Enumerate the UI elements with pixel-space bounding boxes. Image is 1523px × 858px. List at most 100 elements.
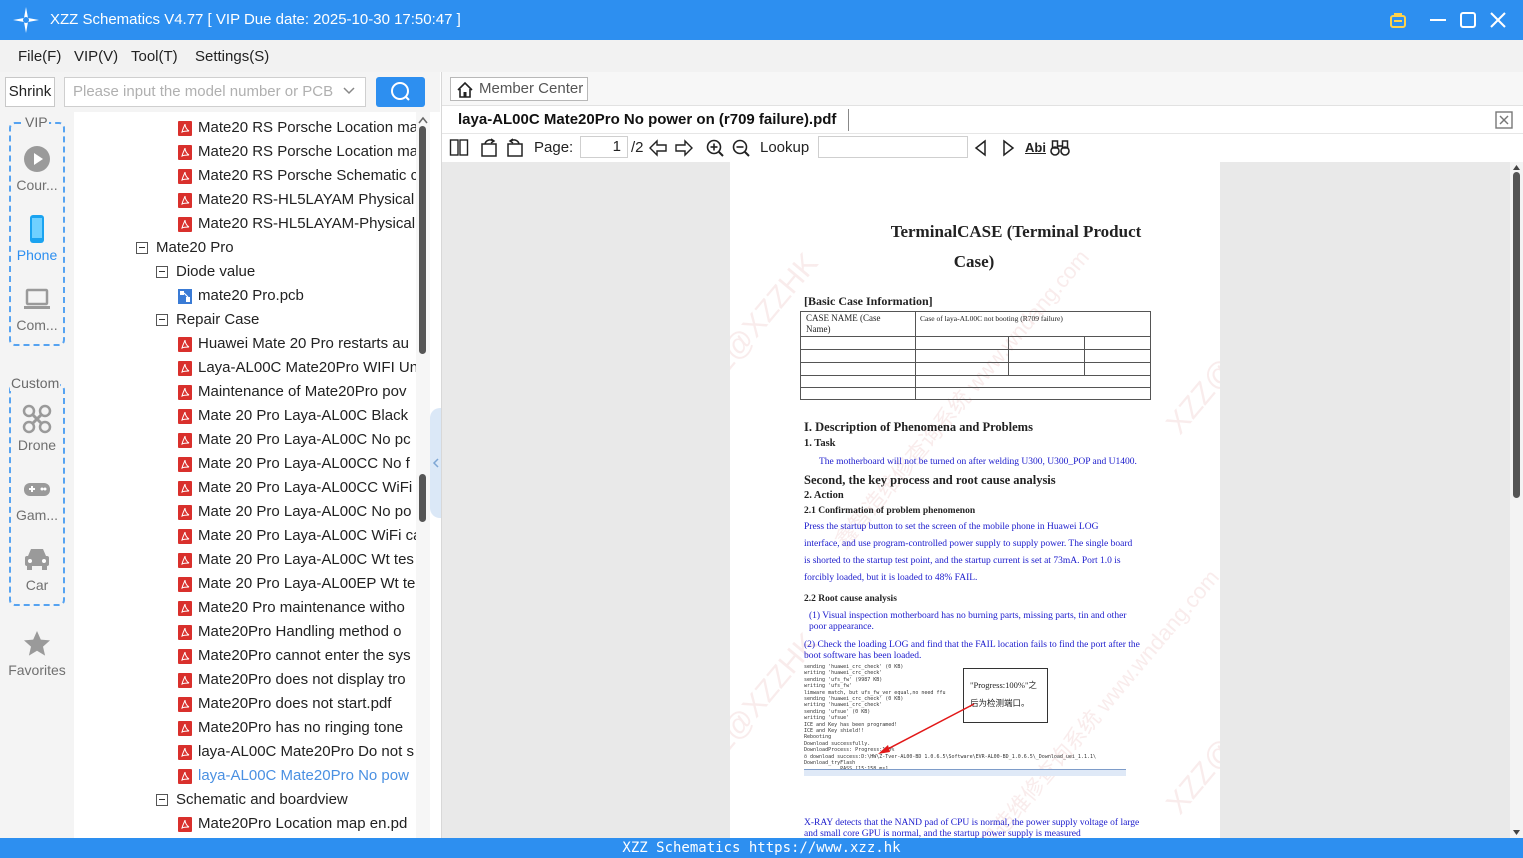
scroll-up-icon[interactable]	[418, 116, 428, 124]
log-line: sending 'huawei_crc_check' (0 KB)	[804, 664, 904, 670]
match-case-button[interactable]: Abi	[1025, 140, 1046, 155]
tree-file[interactable]: mate20 Pro.pcb	[178, 284, 416, 308]
tree-scroll-thumb-secondary[interactable]	[419, 474, 426, 522]
tree-file[interactable]: Laya-AL00C Mate20Pro WIFI Un	[178, 356, 416, 380]
nav-item-phone[interactable]: Phone	[0, 214, 74, 263]
rotate-right-icon[interactable]	[505, 138, 525, 158]
collapse-icon[interactable]	[156, 794, 168, 806]
page-number-input[interactable]: 1	[580, 136, 628, 158]
tree-folder[interactable]: Schematic and boardview	[156, 788, 416, 812]
tree-file[interactable]: Mate20Pro Handling method o	[178, 620, 416, 644]
tree-file[interactable]: Mate 20 Pro Laya-AL00EP Wt te	[178, 572, 416, 596]
nav-item-favorites[interactable]: Favorites	[0, 629, 74, 678]
scroll-down-icon[interactable]	[1512, 829, 1521, 836]
tree-file[interactable]: Mate 20 Pro Laya-AL00C Wt tes	[178, 548, 416, 572]
tree-file[interactable]: Mate20 RS-HL5LAYAM-Physical	[178, 212, 416, 236]
tree-file[interactable]: Mate20Pro does not display tro	[178, 668, 416, 692]
tree-file[interactable]: laya-AL00C Mate20Pro No pow	[178, 764, 416, 788]
pdf-file-icon	[178, 193, 192, 208]
tree-item-label: Mate20 Pro maintenance witho	[198, 599, 405, 616]
tree-file[interactable]: Mate 20 Pro Laya-AL00C Black	[178, 404, 416, 428]
nav-item-computer[interactable]: Com...	[0, 284, 74, 333]
pdf-paragraph: boot software has been loaded.	[804, 651, 922, 661]
menu-tool[interactable]: Tool(T)	[131, 48, 178, 65]
tree-file[interactable]: Mate20Pro cannot enter the sys	[178, 644, 416, 668]
close-icon[interactable]	[1486, 8, 1510, 32]
document-tab[interactable]: laya-AL00C Mate20Pro No power on (r709 f…	[458, 111, 836, 128]
scroll-up-icon[interactable]	[1512, 164, 1521, 171]
tree-file[interactable]: Mate20 Pro maintenance witho	[178, 596, 416, 620]
tree-item-label: Diode value	[176, 263, 256, 280]
tree-file[interactable]: Mate20Pro Location map en.pd	[178, 812, 416, 836]
category-nav: VIP Cour... Phone Com... Custom Drone Ga…	[0, 112, 74, 838]
tree-file[interactable]: laya-AL00C Mate20Pro Do not s	[178, 740, 416, 764]
pdf-viewer[interactable]: XZZ@XZZHK XZZ@XZZHK XZZ@XZZHK XZZ@XZZHK …	[442, 162, 1523, 838]
viewer-scrollbar[interactable]	[1510, 162, 1523, 838]
nav-item-label: Phone	[16, 247, 58, 263]
tree-file[interactable]: Mate 20 Pro Laya-AL00C No po	[178, 500, 416, 524]
tree-file[interactable]: Mate20 RS-HL5LAYAM Physical	[178, 188, 416, 212]
tree-folder[interactable]: Diode value	[156, 260, 416, 284]
model-tree[interactable]: Mate20 RS Porsche Location ma Mate20 RS P…	[74, 112, 416, 838]
case-name-value: Case of laya-AL00C not booting (R709 fai…	[920, 314, 1063, 323]
pdf-subsection-22: 2.2 Root cause analysis	[804, 594, 897, 604]
case-name-label: CASE NAME (Case	[806, 313, 881, 323]
nav-item-courses[interactable]: Cour...	[0, 144, 74, 193]
tree-scroll-thumb[interactable]	[419, 126, 426, 354]
title-bar[interactable]: XZZ Schematics V4.77 [ VIP Due date: 202…	[0, 0, 1523, 40]
nav-item-game[interactable]: Gam...	[0, 474, 74, 523]
close-document-icon[interactable]	[1495, 111, 1513, 129]
tree-file[interactable]: Mate 20 Pro Laya-AL00C No pc	[178, 428, 416, 452]
tree-file[interactable]: Mate 20 Pro Laya-AL00CC No f	[178, 452, 416, 476]
nav-item-label: Car	[25, 577, 49, 593]
tree-file[interactable]: Huawei Mate 20 Pro restarts au	[178, 332, 416, 356]
callout-arrow	[878, 703, 975, 754]
chevron-down-icon[interactable]	[343, 87, 355, 95]
tree-file[interactable]: Mate 20 Pro Laya-AL00CC WiFi	[178, 476, 416, 500]
tree-folder[interactable]: Mate20 Pro	[136, 236, 416, 260]
tree-folder[interactable]: Repair Case	[156, 308, 416, 332]
binoculars-icon[interactable]	[1050, 138, 1070, 158]
tree-scrollbar[interactable]	[416, 112, 430, 838]
menu-file[interactable]: File(F)	[18, 48, 61, 65]
nav-item-car[interactable]: Car	[0, 544, 74, 593]
tree-file[interactable]: Mate20 RS Porsche Location ma	[178, 140, 416, 164]
tree-file[interactable]: Mate 20 Pro Laya-AL00C WiFi ca	[178, 524, 416, 548]
find-previous-icon[interactable]	[972, 138, 990, 158]
shrink-button[interactable]: Shrink	[5, 77, 55, 107]
tree-file[interactable]: Maintenance of Mate20Pro pov	[178, 380, 416, 404]
menu-vip[interactable]: VIP(V)	[74, 48, 118, 65]
tree-file[interactable]: Mate20Pro has no ringing tone	[178, 716, 416, 740]
tree-file[interactable]: Mate20 RS Porsche Schematic c	[178, 164, 416, 188]
search-button[interactable]	[376, 77, 425, 107]
collapse-icon[interactable]	[156, 266, 168, 278]
minimize-icon[interactable]	[1426, 8, 1450, 32]
left-toolbar: Shrink Please input the model number or …	[0, 72, 440, 112]
pdf-paragraph: and small core GPU is normal, and the st…	[804, 829, 1081, 838]
collapse-icon[interactable]	[136, 242, 148, 254]
menu-settings[interactable]: Settings(S)	[195, 48, 269, 65]
callout-text: "Progress:100%"之	[970, 680, 1037, 690]
find-next-icon[interactable]	[999, 138, 1017, 158]
next-page-icon[interactable]	[674, 138, 694, 158]
tree-file[interactable]: Mate20Pro does not start.pdf	[178, 692, 416, 716]
viewer-scroll-thumb[interactable]	[1513, 172, 1520, 498]
previous-page-icon[interactable]	[648, 138, 668, 158]
zoom-in-icon[interactable]	[705, 138, 725, 158]
rotate-left-icon[interactable]	[479, 138, 499, 158]
pdf-log-footer	[804, 769, 1126, 776]
log-line: Download_tryFlash	[804, 760, 856, 766]
tree-file[interactable]: Mate20 RS Porsche Location ma	[178, 116, 416, 140]
search-input[interactable]: Please input the model number or PCB	[64, 77, 366, 107]
case-name-label-2: Name)	[806, 324, 831, 334]
tree-item-label: Mate20Pro does not start.pdf	[198, 695, 392, 712]
member-center-button[interactable]: Member Center	[450, 77, 588, 101]
lookup-input[interactable]	[818, 136, 968, 158]
maximize-icon[interactable]	[1456, 8, 1480, 32]
collapse-icon[interactable]	[156, 314, 168, 326]
zoom-out-icon[interactable]	[731, 138, 751, 158]
nav-item-drone[interactable]: Drone	[0, 404, 74, 453]
two-page-view-icon[interactable]	[449, 138, 469, 158]
vip-bag-icon[interactable]	[1386, 8, 1410, 32]
nav-item-label: Favorites	[8, 662, 66, 678]
